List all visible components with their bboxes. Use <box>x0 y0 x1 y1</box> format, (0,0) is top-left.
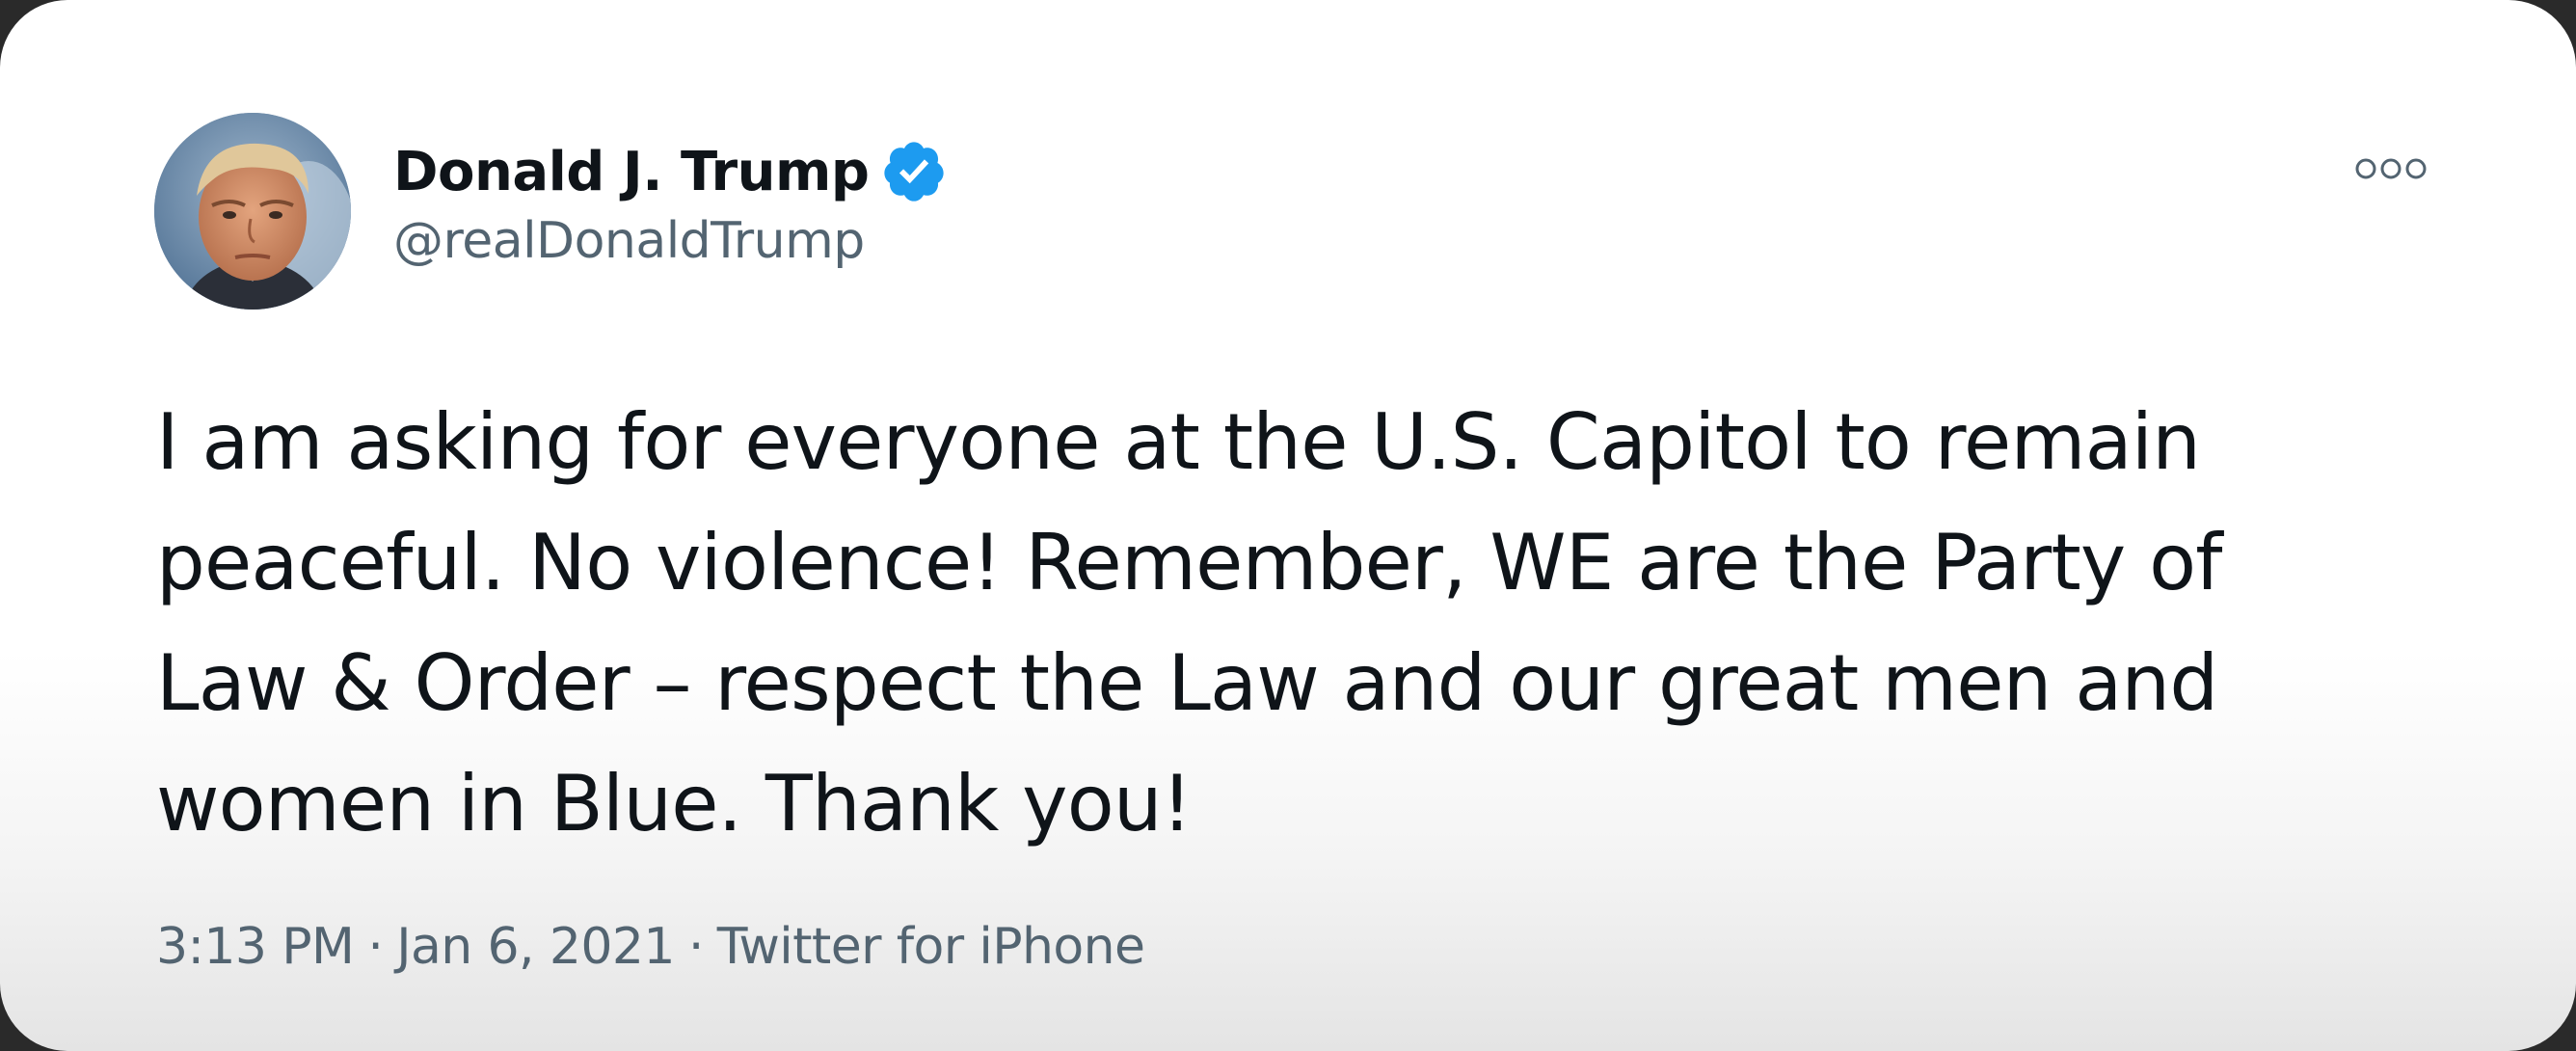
author-info: Donald J. Trump @realDonaldTrump <box>393 135 948 270</box>
tweet-card: Donald J. Trump @realDonaldTrump I am as… <box>0 0 2576 1051</box>
tweet-time[interactable]: 3:13 PM <box>156 918 355 976</box>
more-options-icon[interactable] <box>2352 154 2429 183</box>
tweet-source[interactable]: Twitter for iPhone <box>717 918 1145 976</box>
tweet-date[interactable]: Jan 6, 2021 <box>396 918 675 976</box>
tweet-text: I am asking for everyone at the U.S. Cap… <box>156 397 2222 849</box>
verified-badge-icon <box>880 138 948 205</box>
author-name[interactable]: Donald J. Trump <box>393 141 870 203</box>
tweet-meta: 3:13 PM · Jan 6, 2021 · Twitter for iPho… <box>156 918 1145 976</box>
meta-separator: · <box>687 918 705 976</box>
avatar[interactable] <box>154 113 351 310</box>
profile-photo <box>154 113 351 310</box>
name-row: Donald J. Trump <box>393 135 948 208</box>
meta-separator: · <box>367 918 384 976</box>
author-handle[interactable]: @realDonaldTrump <box>393 212 948 270</box>
